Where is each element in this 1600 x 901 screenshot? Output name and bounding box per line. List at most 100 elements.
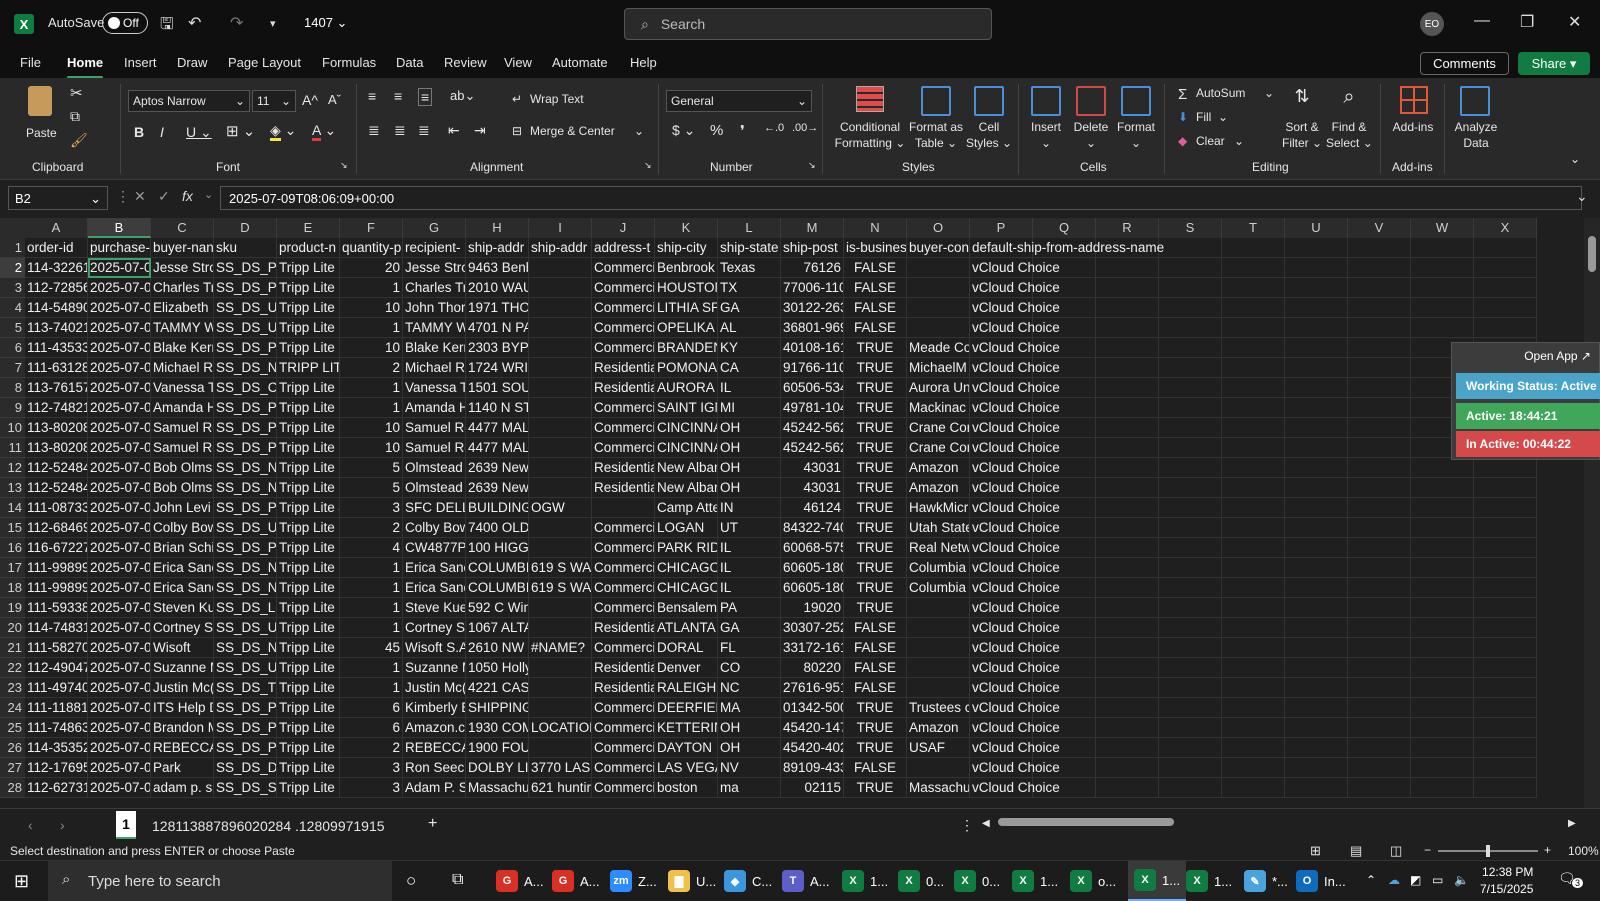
percent-icon[interactable]: %	[710, 122, 723, 139]
cell[interactable]: KETTERIN(	[655, 718, 718, 738]
cell[interactable]	[1285, 658, 1348, 678]
cell[interactable]: LITHIA SPF	[655, 298, 718, 318]
cell[interactable]	[1159, 758, 1222, 778]
cell[interactable]: IL	[718, 378, 781, 398]
cell[interactable]: 4701 N PARK DR	[466, 318, 529, 338]
cell[interactable]	[1159, 518, 1222, 538]
cell[interactable]	[1411, 518, 1474, 538]
cell[interactable]: vCloud Choice	[970, 638, 1060, 658]
font-name-select[interactable]: Aptos Narrow ⌄	[128, 90, 250, 112]
cell[interactable]	[1348, 258, 1411, 278]
column-header-c[interactable]: C	[151, 218, 214, 238]
cell[interactable]	[1411, 478, 1474, 498]
cell[interactable]: Residentia	[592, 378, 655, 398]
select-all-corner[interactable]	[0, 218, 25, 238]
cell[interactable]: 2303 BYPASS RD	[466, 338, 529, 358]
header-cell[interactable]: default-ship-from-address-name	[970, 238, 1164, 258]
cell[interactable]	[1474, 678, 1537, 698]
cell[interactable]: Amazon	[907, 478, 970, 498]
cell[interactable]: TRUE	[844, 718, 907, 738]
column-header-k[interactable]: K	[655, 218, 718, 238]
cell[interactable]	[1285, 558, 1348, 578]
cell[interactable]: POMONA	[655, 358, 718, 378]
cell[interactable]: CINCINNA	[655, 418, 718, 438]
cell[interactable]: Commerci	[592, 778, 655, 798]
cell[interactable]: UT	[718, 518, 781, 538]
column-header-o[interactable]: O	[907, 218, 970, 238]
cell[interactable]	[907, 258, 970, 278]
cell[interactable]: 111-63128	[25, 358, 88, 378]
cell[interactable]: 111-08733	[25, 498, 88, 518]
onedrive-icon[interactable]: ☁	[1388, 873, 1400, 887]
cell[interactable]: LAS VEGAS	[655, 758, 718, 778]
cell[interactable]: Tripp Lite S	[277, 678, 340, 698]
cell[interactable]: SS_DS_P5(	[214, 738, 277, 758]
cell[interactable]: 114-35352	[25, 738, 88, 758]
cell[interactable]	[1348, 418, 1411, 438]
cell[interactable]	[1474, 598, 1537, 618]
row-header[interactable]: 10	[0, 418, 25, 438]
sheet-tab-2[interactable]: 128113887896020284 .12809971915	[152, 818, 385, 834]
header-cell[interactable]: ship-city	[655, 238, 718, 258]
cell[interactable]	[1222, 538, 1285, 558]
column-header-e[interactable]: E	[277, 218, 340, 238]
cell[interactable]	[1348, 478, 1411, 498]
cell[interactable]	[1285, 518, 1348, 538]
cortana-icon[interactable]: ○	[406, 871, 416, 891]
cell[interactable]: GA	[718, 618, 781, 638]
cell[interactable]: Tripp Lite I	[277, 758, 340, 778]
cell[interactable]	[1285, 418, 1348, 438]
cell[interactable]: SS_DS_U32	[214, 618, 277, 638]
decrease-font-icon[interactable]: Aˇ	[328, 92, 341, 107]
cell[interactable]	[1096, 618, 1159, 638]
open-app-link[interactable]: Open App ↗	[1524, 349, 1591, 363]
cell[interactable]: vCloud Choice	[970, 258, 1060, 278]
addins-button[interactable]: Add-ins	[1388, 82, 1438, 142]
cell[interactable]	[1411, 758, 1474, 778]
cell[interactable]: 1	[340, 378, 403, 398]
comments-button[interactable]: Comments	[1420, 52, 1509, 75]
avatar[interactable]: EO	[1420, 12, 1444, 36]
row-header[interactable]: 28	[0, 778, 25, 798]
cell[interactable]: Tripp Lite (	[277, 478, 340, 498]
cell[interactable]: 2639 Newton Court	[466, 458, 529, 478]
column-header-n[interactable]: N	[844, 218, 907, 238]
header-cell[interactable]: purchase-	[88, 238, 151, 258]
cell[interactable]	[1411, 718, 1474, 738]
cell[interactable]: 1	[340, 598, 403, 618]
cell[interactable]	[1159, 318, 1222, 338]
cell[interactable]	[1222, 618, 1285, 638]
cell[interactable]: MA	[718, 698, 781, 718]
header-cell[interactable]	[1411, 238, 1474, 258]
cell[interactable]: vCloud Choice	[970, 618, 1060, 638]
header-cell[interactable]: buyer-con	[907, 238, 970, 258]
cell[interactable]: 111-99899	[25, 578, 88, 598]
row-header[interactable]: 13	[0, 478, 25, 498]
cell[interactable]	[529, 518, 592, 538]
cell[interactable]: 10	[340, 338, 403, 358]
cell[interactable]: Suzanne M	[403, 658, 466, 678]
cell[interactable]: Commerci	[592, 738, 655, 758]
cell[interactable]: TRUE	[844, 338, 907, 358]
cell[interactable]: FALSE	[844, 758, 907, 778]
cell[interactable]: Residentia	[592, 658, 655, 678]
cell[interactable]: SS_DS_PS2	[214, 498, 277, 518]
cell[interactable]: Jesse Stro	[403, 258, 466, 278]
cell[interactable]: Park	[151, 758, 214, 778]
row-header[interactable]: 25	[0, 718, 25, 738]
cell[interactable]	[529, 478, 592, 498]
cell[interactable]	[1096, 378, 1159, 398]
row-header[interactable]: 11	[0, 438, 25, 458]
cell[interactable]: Trustees c	[907, 698, 970, 718]
cell[interactable]: Cortney Sr	[403, 618, 466, 638]
cell[interactable]: GA	[718, 298, 781, 318]
cell[interactable]	[1348, 358, 1411, 378]
row-header[interactable]: 4	[0, 298, 25, 318]
cell[interactable]	[1348, 578, 1411, 598]
cell[interactable]	[1159, 698, 1222, 718]
cell[interactable]: SS_DS_N3(	[214, 358, 277, 378]
cell[interactable]	[1285, 358, 1348, 378]
cell[interactable]: LOGAN	[655, 518, 718, 538]
cell[interactable]	[1222, 398, 1285, 418]
cell[interactable]: vCloud Choice	[970, 578, 1060, 598]
